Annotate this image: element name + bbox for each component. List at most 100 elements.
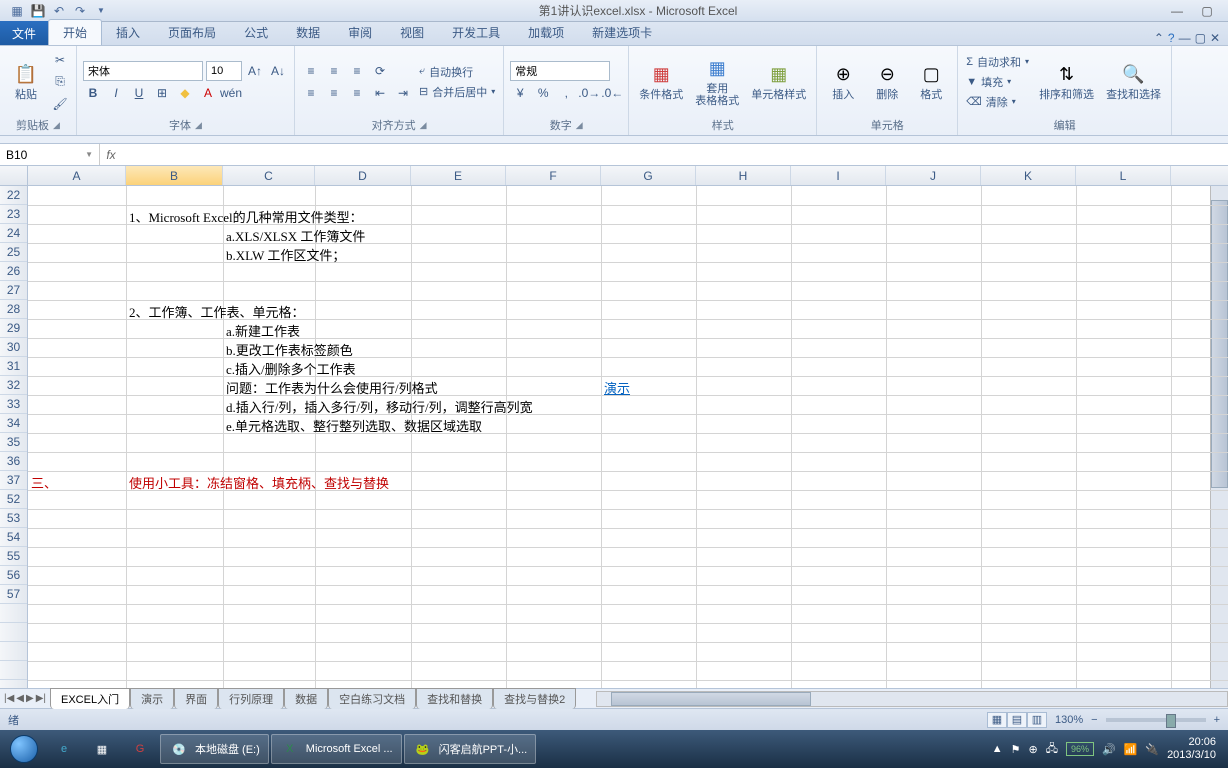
tray-shield-icon[interactable]: ⊕ <box>1028 743 1037 756</box>
italic-button[interactable]: I <box>106 83 126 103</box>
zoom-out-icon[interactable]: − <box>1091 714 1097 726</box>
orientation-icon[interactable]: ⟳ <box>370 61 390 81</box>
workbook-close-icon[interactable]: ✕ <box>1210 31 1220 45</box>
decrease-indent-icon[interactable]: ⇤ <box>370 83 390 103</box>
tray-flag-icon[interactable]: ⚑ <box>1011 743 1021 756</box>
font-name-combo[interactable]: 宋体 <box>83 61 203 81</box>
fx-button[interactable]: fx <box>100 148 122 162</box>
help-icon[interactable]: ? <box>1168 31 1175 45</box>
start-button[interactable] <box>4 733 44 765</box>
comma-icon[interactable]: , <box>556 83 576 103</box>
qat-dropdown-icon[interactable]: ▼ <box>92 2 110 20</box>
taskbar-pinned1[interactable]: ▦ <box>84 734 120 764</box>
format-cells-button[interactable]: ▢格式 <box>911 61 951 103</box>
col-header-C[interactable]: C <box>223 166 315 185</box>
cut-icon[interactable]: ✂ <box>50 50 70 70</box>
autosum-button[interactable]: Σ自动求和▾ <box>964 53 1031 71</box>
tab-home[interactable]: 开始 <box>48 19 102 45</box>
bold-button[interactable]: B <box>83 83 103 103</box>
number-format-combo[interactable]: 常规 <box>510 61 610 81</box>
sheet-tab-6[interactable]: 查找和替换 <box>416 688 493 709</box>
increase-font-icon[interactable]: A↑ <box>245 61 265 81</box>
sheet-nav-next-icon[interactable]: ▶ <box>26 693 34 704</box>
workbook-min-icon[interactable]: — <box>1179 31 1191 45</box>
align-launcher-icon[interactable]: ◢ <box>420 120 427 131</box>
taskbar-pinned2[interactable]: G <box>122 734 158 764</box>
phonetic-icon[interactable]: wén <box>221 83 241 103</box>
col-header-G[interactable]: G <box>601 166 696 185</box>
fill-button[interactable]: ▼填充▾ <box>964 73 1031 91</box>
align-top-icon[interactable]: ≡ <box>301 61 321 81</box>
tray-volume-icon[interactable]: 🔊 <box>1102 743 1116 756</box>
zoom-slider[interactable] <box>1106 718 1206 722</box>
wrap-text-button[interactable]: ⤶自动换行 <box>417 63 497 81</box>
sheet-tab-2[interactable]: 界面 <box>174 688 218 709</box>
col-header-H[interactable]: H <box>696 166 791 185</box>
col-header-E[interactable]: E <box>411 166 506 185</box>
cell-styles-button[interactable]: ▦单元格样式 <box>747 61 810 103</box>
sheet-tab-4[interactable]: 数据 <box>284 688 328 709</box>
sheet-tab-3[interactable]: 行列原理 <box>218 688 284 709</box>
decrease-font-icon[interactable]: A↓ <box>268 61 288 81</box>
clock[interactable]: 20:06 2013/3/10 <box>1167 736 1216 762</box>
sheet-tab-0[interactable]: EXCEL入门 <box>50 688 130 709</box>
clipboard-launcher-icon[interactable]: ◢ <box>53 120 60 131</box>
select-all-corner[interactable] <box>0 166 28 185</box>
row-header-55[interactable]: 55 <box>0 547 27 566</box>
row-header-34[interactable]: 34 <box>0 414 27 433</box>
minimize-ribbon-icon[interactable]: ⌃ <box>1154 31 1164 45</box>
cells-area[interactable]: 1、Microsoft Excel的几种常用文件类型：a.XLS/XLSX 工作… <box>28 186 1228 688</box>
tab-data[interactable]: 数据 <box>282 20 334 45</box>
align-right-icon[interactable]: ≡ <box>347 83 367 103</box>
hscroll-thumb[interactable] <box>611 692 811 706</box>
col-header-F[interactable]: F <box>506 166 601 185</box>
tab-page-layout[interactable]: 页面布局 <box>154 20 230 45</box>
increase-indent-icon[interactable]: ⇥ <box>393 83 413 103</box>
tray-up-icon[interactable]: ▲ <box>992 743 1003 755</box>
row-header-53[interactable]: 53 <box>0 509 27 528</box>
row-header-29[interactable]: 29 <box>0 319 27 338</box>
horizontal-scrollbar[interactable] <box>596 691 1228 707</box>
row-header-27[interactable]: 27 <box>0 281 27 300</box>
col-header-K[interactable]: K <box>981 166 1076 185</box>
font-color-icon[interactable]: A <box>198 83 218 103</box>
normal-view-icon[interactable]: ▦ <box>987 712 1007 728</box>
sort-filter-button[interactable]: ⇅排序和筛选 <box>1035 61 1098 103</box>
paste-button[interactable]: 📋 粘贴 <box>6 61 46 103</box>
maximize-icon[interactable]: ▢ <box>1196 3 1218 19</box>
merge-center-button[interactable]: ⊟合并后居中▾ <box>417 83 497 101</box>
sheet-nav-prev-icon[interactable]: ◀ <box>16 693 24 704</box>
number-launcher-icon[interactable]: ◢ <box>576 120 583 131</box>
format-painter-icon[interactable]: 🖌 <box>50 94 70 114</box>
table-format-button[interactable]: ▦套用 表格格式 <box>691 55 743 109</box>
row-header-30[interactable]: 30 <box>0 338 27 357</box>
redo-icon[interactable]: ↷ <box>71 2 89 20</box>
sheet-tab-1[interactable]: 演示 <box>130 688 174 709</box>
sheet-nav-first-icon[interactable]: |◀ <box>4 693 14 704</box>
decrease-decimal-icon[interactable]: .0← <box>602 83 622 103</box>
border-icon[interactable]: ⊞ <box>152 83 172 103</box>
col-header-D[interactable]: D <box>315 166 411 185</box>
sheet-nav-last-icon[interactable]: ▶| <box>36 693 46 704</box>
row-header-32[interactable]: 32 <box>0 376 27 395</box>
tab-addins[interactable]: 加载项 <box>514 20 578 45</box>
row-header-31[interactable]: 31 <box>0 357 27 376</box>
zoom-in-icon[interactable]: + <box>1214 714 1220 726</box>
workbook-restore-icon[interactable]: ▢ <box>1195 31 1206 45</box>
underline-button[interactable]: U <box>129 83 149 103</box>
percent-icon[interactable]: % <box>533 83 553 103</box>
row-header-25[interactable]: 25 <box>0 243 27 262</box>
row-header-33[interactable]: 33 <box>0 395 27 414</box>
increase-decimal-icon[interactable]: .0→ <box>579 83 599 103</box>
font-size-combo[interactable]: 10 <box>206 61 242 81</box>
row-header-26[interactable]: 26 <box>0 262 27 281</box>
taskbar-ppt[interactable]: 🐸闪客启航PPT-小... <box>404 734 537 764</box>
page-layout-view-icon[interactable]: ▤ <box>1007 712 1027 728</box>
col-header-B[interactable]: B <box>126 166 223 185</box>
row-header-56[interactable]: 56 <box>0 566 27 585</box>
row-header-28[interactable]: 28 <box>0 300 27 319</box>
tab-view[interactable]: 视图 <box>386 20 438 45</box>
sheet-tab-7[interactable]: 查找与替换2 <box>493 688 576 709</box>
font-launcher-icon[interactable]: ◢ <box>195 120 202 131</box>
tab-review[interactable]: 审阅 <box>334 20 386 45</box>
